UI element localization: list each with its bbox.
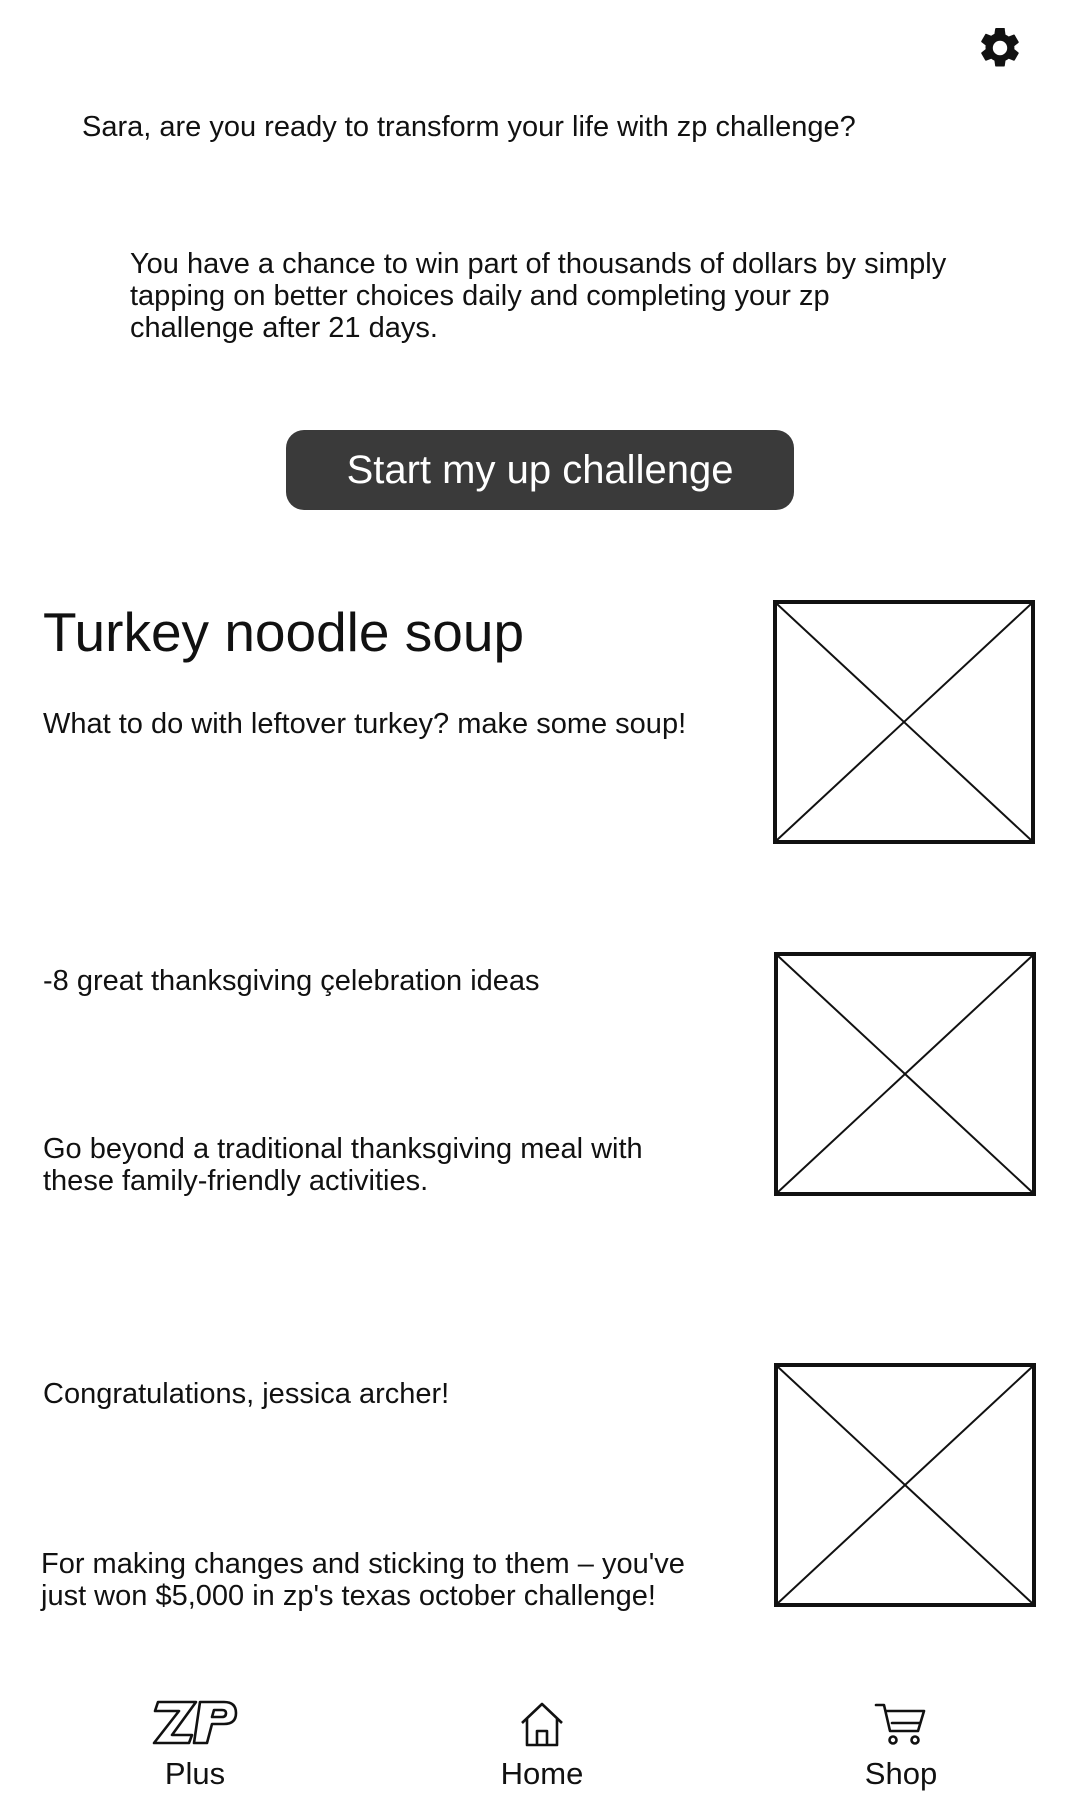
nav-label: Shop: [864, 1756, 938, 1791]
home-icon: [518, 1701, 566, 1752]
nav-item-shop[interactable]: Shop: [801, 1702, 1001, 1798]
feed-item-image[interactable]: [773, 600, 1035, 844]
cart-icon: [874, 1701, 928, 1752]
nav-item-home[interactable]: Home: [442, 1702, 642, 1798]
zp-logo-icon: [152, 1699, 238, 1752]
nav-label: Home: [500, 1756, 584, 1791]
feed-item-title[interactable]: -8 great thanksgiving çelebration ideas: [43, 965, 743, 997]
gear-icon: [976, 24, 1024, 77]
challenge-intro-text: You have a chance to win part of thousan…: [130, 248, 947, 344]
feed-item-title[interactable]: Turkey noodle soup: [43, 600, 743, 664]
nav-label: Plus: [164, 1756, 226, 1791]
greeting-text: Sara, are you ready to transform your li…: [82, 111, 856, 143]
feed-item-text: For making changes and sticking to them …: [41, 1548, 685, 1612]
image-placeholder-icon: [778, 1367, 1032, 1603]
feed-item-image[interactable]: [774, 1363, 1036, 1607]
feed-item-text: Go beyond a traditional thanksgiving mea…: [43, 1133, 643, 1197]
feed-item-text: What to do with leftover turkey? make so…: [43, 708, 687, 740]
feed-item-title[interactable]: Congratulations, jessica archer!: [43, 1378, 743, 1410]
image-placeholder-icon: [778, 956, 1032, 1192]
start-challenge-button[interactable]: Start my up challenge: [286, 430, 794, 510]
nav-item-plus[interactable]: Plus: [95, 1699, 295, 1798]
image-placeholder-icon: [777, 604, 1031, 840]
feed-item-image[interactable]: [774, 952, 1036, 1196]
settings-button[interactable]: [972, 22, 1028, 78]
